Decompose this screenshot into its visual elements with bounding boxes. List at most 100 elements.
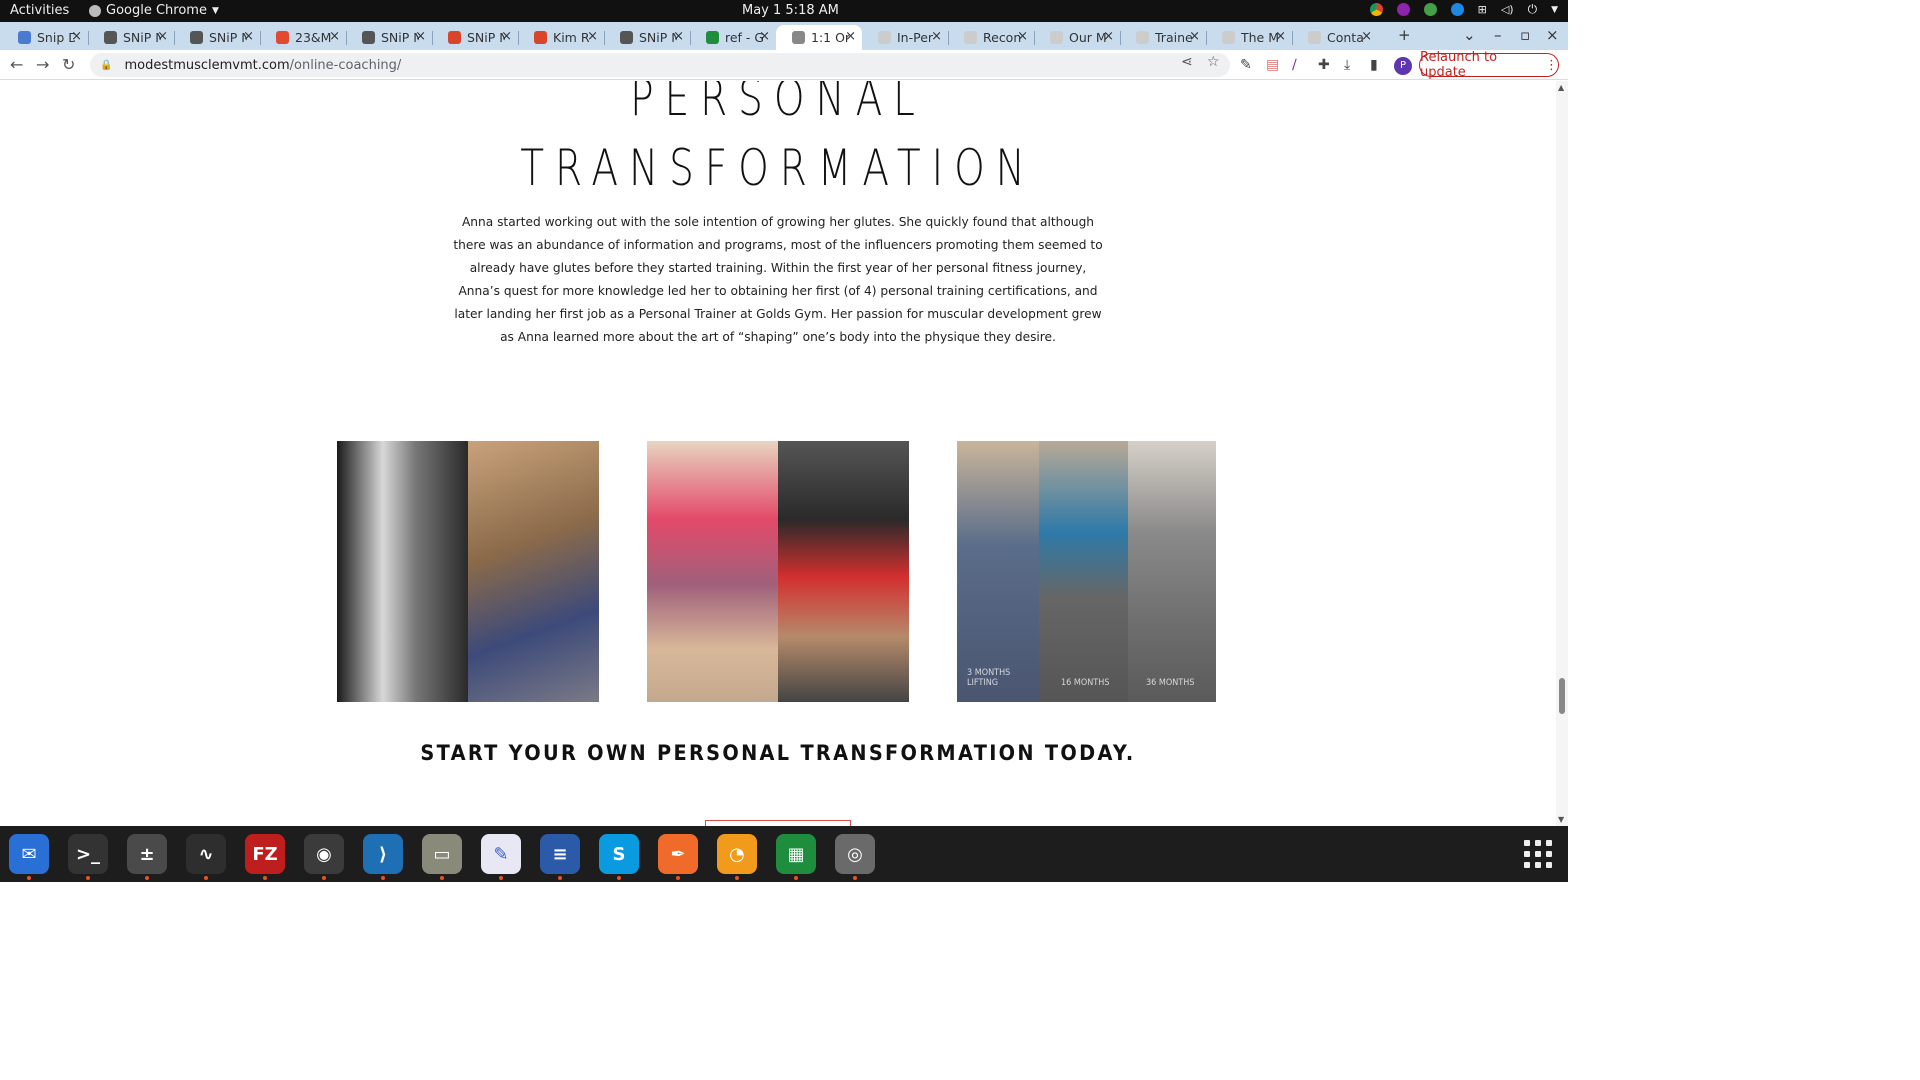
tab-separator	[948, 31, 949, 45]
filezilla-icon[interactable]: FZ	[245, 834, 285, 874]
disks-icon[interactable]: ◎	[835, 834, 875, 874]
tab-close-icon[interactable]: ×	[1189, 29, 1200, 44]
tab-favicon-icon	[1308, 31, 1321, 44]
calendar-extension-icon[interactable]: ▤	[1266, 57, 1279, 73]
calc-icon[interactable]: ▦	[776, 834, 816, 874]
browser-tab[interactable]: Snip D ×	[2, 25, 88, 50]
tab-close-icon[interactable]: ×	[329, 29, 340, 44]
browser-tab[interactable]: Our M ×	[1034, 25, 1120, 50]
app-grid-dot	[1524, 862, 1530, 868]
thunderbird-icon[interactable]: ✉	[9, 834, 49, 874]
browser-tab[interactable]: SNiP N ×	[604, 25, 690, 50]
running-indicator	[86, 876, 90, 880]
reload-icon[interactable]: ↻	[62, 55, 75, 74]
window-close-icon[interactable]: ×	[1546, 26, 1559, 44]
tab-close-icon[interactable]: ×	[1361, 29, 1372, 44]
writer-icon[interactable]: ≡	[540, 834, 580, 874]
app-menu[interactable]: Google Chrome ▼	[89, 3, 219, 18]
app-grid-icon[interactable]	[1524, 840, 1552, 868]
back-arrow-icon[interactable]: ←	[10, 55, 23, 74]
system-tray[interactable]: ⊞ ◁) ⏻ ▼	[1369, 2, 1558, 17]
tab-close-icon[interactable]: ×	[1017, 29, 1028, 44]
relaunch-button[interactable]: Relaunch to update ⋮	[1419, 50, 1559, 80]
share-icon[interactable]: ⋖	[1181, 54, 1193, 70]
lock-icon[interactable]: 🔒	[100, 60, 112, 71]
network-icon[interactable]: ⊞	[1478, 3, 1487, 16]
running-indicator	[27, 876, 31, 880]
tab-close-icon[interactable]: ×	[243, 29, 254, 44]
tab-close-icon[interactable]: ×	[845, 29, 856, 44]
browser-tab[interactable]: In-Per ×	[862, 25, 948, 50]
power-icon[interactable]: ⏻	[1528, 2, 1538, 17]
tab-close-icon[interactable]: ×	[1275, 29, 1286, 44]
browser-tab[interactable]: Conta ×	[1292, 25, 1378, 50]
before-after-photo-1	[337, 441, 599, 702]
browser-tab[interactable]: Recon ×	[948, 25, 1034, 50]
browser-tab[interactable]: ref - G ×	[690, 25, 776, 50]
scrollbar-thumb[interactable]	[1559, 678, 1565, 714]
page-scrollbar[interactable]: ▲ ▼	[1556, 81, 1568, 826]
tab-close-icon[interactable]: ×	[71, 29, 82, 44]
browser-tab[interactable]: SNiP N ×	[174, 25, 260, 50]
puzzle-extensions-icon[interactable]: ✚	[1318, 57, 1330, 73]
browser-tab[interactable]: 1:1 Or ×	[776, 25, 862, 50]
blender-icon[interactable]: ◔	[717, 834, 757, 874]
tab-separator	[1206, 31, 1207, 45]
tab-close-icon[interactable]: ×	[587, 29, 598, 44]
clock[interactable]: May 1 5:18 AM	[742, 3, 839, 18]
tab-close-icon[interactable]: ×	[931, 29, 942, 44]
files-icon[interactable]: ▭	[422, 834, 462, 874]
terminal-icon[interactable]: >_	[68, 834, 108, 874]
tab-close-icon[interactable]: ×	[759, 29, 770, 44]
tab-close-icon[interactable]: ×	[673, 29, 684, 44]
new-tab-icon[interactable]: +	[1398, 26, 1411, 44]
url-path: /online-coaching/	[289, 57, 402, 73]
update-tray-icon[interactable]	[1423, 3, 1437, 16]
browser-toolbar: ← → ↻ 🔒 modestmusclemvmt.com /online-coa…	[0, 50, 1568, 80]
tab-title: Traine	[1155, 30, 1193, 45]
volume-icon[interactable]: ◁)	[1501, 3, 1514, 16]
browser-tab[interactable]: SNiP N ×	[432, 25, 518, 50]
system-monitor-icon[interactable]: ∿	[186, 834, 226, 874]
app-name: Google Chrome	[106, 3, 207, 18]
tab-close-icon[interactable]: ×	[157, 29, 168, 44]
tab-close-icon[interactable]: ×	[415, 29, 426, 44]
scroll-down-icon[interactable]: ▼	[1558, 815, 1564, 824]
tab-separator	[88, 31, 89, 45]
restore-icon[interactable]: ▫	[1520, 26, 1530, 44]
tab-separator	[1120, 31, 1121, 45]
browser-tab[interactable]: Traine ×	[1120, 25, 1206, 50]
chrome-icon[interactable]: ◉	[304, 834, 344, 874]
activities-button[interactable]: Activities	[10, 3, 69, 18]
app-tray-icon[interactable]	[1396, 3, 1410, 16]
browser-tab[interactable]: SNiP N ×	[88, 25, 174, 50]
skype-icon[interactable]: S	[599, 834, 639, 874]
forward-arrow-icon[interactable]: →	[36, 55, 49, 74]
browser-tab[interactable]: The M ×	[1206, 25, 1292, 50]
browser-tab[interactable]: Kim R ×	[518, 25, 604, 50]
side-panel-icon[interactable]: ▮	[1370, 57, 1378, 73]
profile-avatar[interactable]: P	[1394, 57, 1412, 75]
calculator-icon[interactable]: ±	[127, 834, 167, 874]
pen-extension-icon[interactable]: ∕	[1292, 57, 1297, 73]
tab-close-icon[interactable]: ×	[501, 29, 512, 44]
tab-close-icon[interactable]: ×	[1103, 29, 1114, 44]
download-icon[interactable]: ⤓	[1344, 57, 1350, 73]
text-editor-icon[interactable]: ✎	[481, 834, 521, 874]
tab-title: ref - G	[725, 30, 763, 45]
bookmark-star-icon[interactable]: ☆	[1207, 54, 1220, 70]
address-bar[interactable]: 🔒 modestmusclemvmt.com /online-coaching/	[90, 53, 1230, 77]
chevron-down-icon[interactable]: ▼	[1551, 5, 1558, 15]
xtray-icon[interactable]	[1450, 3, 1464, 16]
running-indicator	[676, 876, 680, 880]
inkscape-icon[interactable]: ✒	[658, 834, 698, 874]
vscode-icon[interactable]: ⟩	[363, 834, 403, 874]
eyedropper-extension-icon[interactable]: ✎	[1240, 57, 1252, 73]
chrome-tray-icon[interactable]	[1369, 3, 1383, 16]
scroll-up-icon[interactable]: ▲	[1558, 83, 1564, 92]
tab-search-icon[interactable]: ⌄	[1463, 26, 1476, 44]
browser-tab[interactable]: 23&M ×	[260, 25, 346, 50]
minimize-icon[interactable]: –	[1494, 26, 1502, 44]
progress-photo-panel-1: 3 MONTHS LIFTING	[957, 441, 1039, 702]
browser-tab[interactable]: SNiP N ×	[346, 25, 432, 50]
